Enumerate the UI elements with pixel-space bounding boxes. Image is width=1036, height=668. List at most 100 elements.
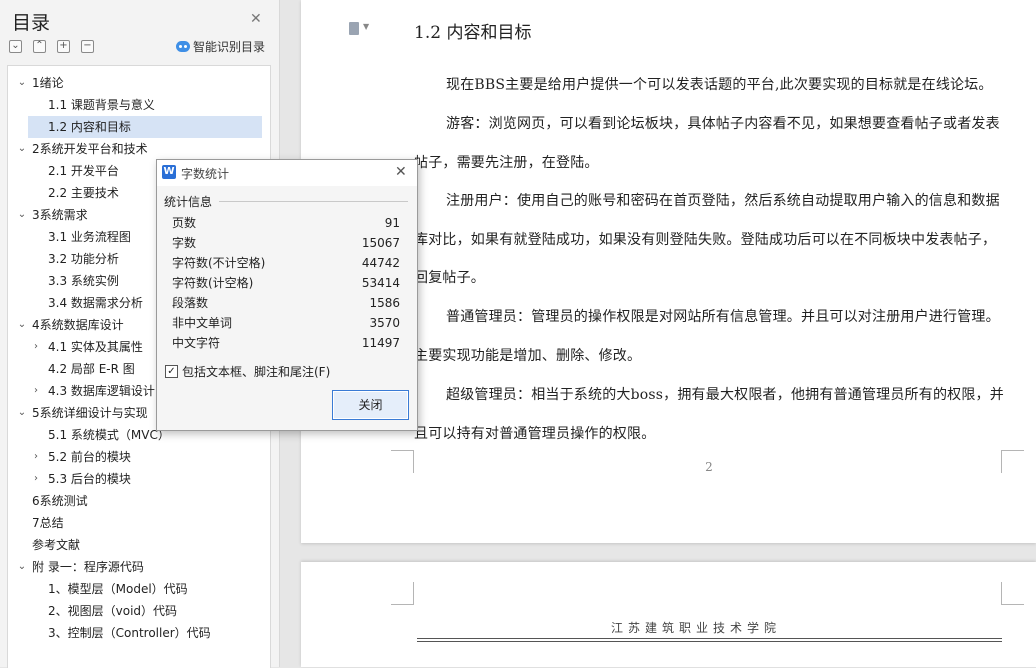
dialog-titlebar[interactable]: W 字数统计 ✕ [157, 160, 417, 186]
paragraph: 注册用户：使用自己的账号和密码在首页登陆，然后系统自动提取用户输入的信息和数据库… [414, 193, 1000, 287]
stat-row: 页数 91 [172, 213, 400, 233]
toc-expand-down-icon[interactable]: ⌄ [9, 40, 22, 53]
page-header-text: 江苏建筑职业技术学院 [611, 621, 782, 635]
toc-item-label: 5系统详细设计与实现 [32, 406, 148, 420]
stat-row: 非中文单词 3570 [172, 313, 400, 333]
stat-value: 44742 [361, 256, 400, 270]
toc-item-label: 2.2 主要技术 [48, 186, 119, 200]
checkbox-label: 包括文本框、脚注和尾注(F) [182, 365, 331, 379]
paragraph: 超级管理员：相当于系统的大boss，拥有最大权限者，他拥有普通管理员所有的权限，… [414, 387, 1004, 442]
toc-item-label: 3.1 业务流程图 [48, 230, 131, 244]
toc-item-label: 7总结 [32, 516, 64, 530]
toc-item[interactable]: 2、视图层（void）代码 [28, 600, 262, 622]
toc-item-label: 3.4 数据需求分析 [48, 296, 143, 310]
dialog-title: 字数统计 [181, 167, 230, 181]
toc-item[interactable]: 参考文献 [8, 534, 262, 556]
toc-item-label: 5.3 后台的模块 [48, 472, 131, 486]
toc-item-label: 2、视图层（void）代码 [48, 604, 178, 618]
toc-item-label: 1绪论 [32, 76, 64, 90]
stat-label: 页数 [172, 216, 197, 230]
chevron-down-icon[interactable]: ⌄ [16, 204, 28, 226]
smart-toc-button[interactable]: 智能识别目录 [176, 38, 265, 55]
close-button[interactable]: 关闭 [332, 390, 409, 420]
header-rule [417, 641, 1002, 642]
toc-item-label: 2.1 开发平台 [48, 164, 119, 178]
toc-item-label: 4.1 实体及其属性 [48, 340, 143, 354]
stat-label: 段落数 [172, 296, 209, 310]
toc-item[interactable]: 1.1 课题背景与意义 [28, 94, 262, 116]
toc-item-label: 4.2 局部 E-R 图 [48, 362, 135, 376]
paragraph: 普通管理员：管理员的操作权限是对网站所有信息管理。并且可以对注册用户进行管理。主… [414, 309, 1000, 364]
checkbox[interactable]: ✓ [165, 365, 178, 378]
toc-item[interactable]: › 5.2 前台的模块 [28, 446, 262, 468]
document-icon[interactable] [349, 22, 359, 35]
stat-label: 字数 [172, 236, 197, 250]
toc-item[interactable]: › 5.3 后台的模块 [28, 468, 262, 490]
toc-item[interactable]: 6系统测试 [8, 490, 262, 512]
toc-item-label: 3、控制层（Controller）代码 [48, 626, 211, 640]
toc-item[interactable]: 1、模型层（Model）代码 [28, 578, 262, 600]
divider [219, 201, 408, 202]
toc-item-label: 2系统开发平台和技术 [32, 142, 148, 156]
toc-item-label: 6系统测试 [32, 494, 88, 508]
chevron-right-icon[interactable]: › [30, 336, 42, 358]
chevron-down-icon[interactable]: ⌄ [16, 402, 28, 424]
word-count-dialog: W 字数统计 ✕ 统计信息 ✓ 包括文本框、脚注和尾注(F) 关闭 页数 91 字数… [156, 159, 418, 431]
toc-item[interactable]: ⌄ 2系统开发平台和技术 [8, 138, 262, 160]
toc-item[interactable]: 7总结 [8, 512, 262, 534]
chevron-down-icon[interactable]: ▼ [363, 22, 369, 31]
document-page-next: 江苏建筑职业技术学院 [301, 562, 1036, 667]
toc-item-label: 3.2 功能分析 [48, 252, 119, 266]
stats-section-label: 统计信息 [164, 195, 213, 209]
chevron-down-icon[interactable]: ⌄ [16, 556, 28, 578]
stat-label: 中文字符 [172, 336, 221, 350]
smart-toc-label: 智能识别目录 [193, 40, 266, 54]
stat-value: 1586 [369, 296, 400, 310]
paragraph: 游客：浏览网页，可以看到论坛板块，具体帖子内容看不见，如果想要查看帖子或者发表帖… [414, 116, 1000, 171]
stat-label: 字符数(不计空格) [172, 256, 266, 270]
chevron-down-icon[interactable]: ⌄ [16, 72, 28, 94]
stat-row: 字符数(不计空格) 44742 [172, 253, 400, 273]
chevron-right-icon[interactable]: › [30, 446, 42, 468]
toc-item-label: 1.2 内容和目标 [48, 120, 131, 134]
toc-remove-icon[interactable]: − [81, 40, 94, 53]
stat-row: 字数 15067 [172, 233, 400, 253]
toc-item-label: 4.3 数据库逻辑设计 [48, 384, 155, 398]
page-number: 2 [705, 460, 713, 474]
wps-logo-icon: W [162, 165, 176, 179]
stat-value: 91 [384, 216, 400, 230]
toc-item-label: 参考文献 [32, 538, 81, 552]
toc-item[interactable]: ⌄ 1绪论 [8, 72, 262, 94]
toc-item-label: 附 录一：程序源代码 [32, 560, 144, 574]
chevron-right-icon[interactable]: › [30, 380, 42, 402]
toc-title: 目录 [12, 12, 51, 34]
stat-value: 11497 [361, 336, 400, 350]
margin-corner-mark [1001, 582, 1024, 605]
chevron-down-icon[interactable]: ⌄ [16, 314, 28, 336]
stat-row: 中文字符 11497 [172, 333, 400, 353]
toc-add-icon[interactable]: + [57, 40, 70, 53]
toc-close-icon[interactable]: ✕ [250, 11, 262, 27]
stat-value: 3570 [369, 316, 400, 330]
close-icon[interactable]: ✕ [395, 164, 407, 180]
stat-label: 非中文单词 [172, 316, 233, 330]
stat-row: 段落数 1586 [172, 293, 400, 313]
stat-label: 字符数(计空格) [172, 276, 254, 290]
header-rule [417, 638, 1002, 639]
toc-collapse-up-icon[interactable]: ⌃ [33, 40, 46, 53]
toc-item-label: 5.2 前台的模块 [48, 450, 131, 464]
section-heading: 1.2 内容和目标 [414, 23, 532, 43]
toc-item[interactable]: ⌄ 附 录一：程序源代码 [8, 556, 262, 578]
include-textbox-checkbox[interactable]: ✓ 包括文本框、脚注和尾注(F) [165, 363, 330, 380]
chevron-right-icon[interactable]: › [30, 468, 42, 490]
stat-value: 15067 [361, 236, 400, 250]
margin-corner-mark [391, 450, 414, 473]
toc-item[interactable]: 1.2 内容和目标 [28, 116, 262, 138]
toc-item-label: 1、模型层（Model）代码 [48, 582, 188, 596]
toc-item-label: 1.1 课题背景与意义 [48, 98, 155, 112]
chevron-down-icon[interactable]: ⌄ [16, 138, 28, 160]
paragraph: 现在BBS主要是给用户提供一个可以发表话题的平台,此次要实现的目标就是在线论坛。 [446, 77, 993, 93]
toc-item[interactable]: 3、控制层（Controller）代码 [28, 622, 262, 644]
toc-item-label: 3系统需求 [32, 208, 88, 222]
stat-row: 字符数(计空格) 53414 [172, 273, 400, 293]
